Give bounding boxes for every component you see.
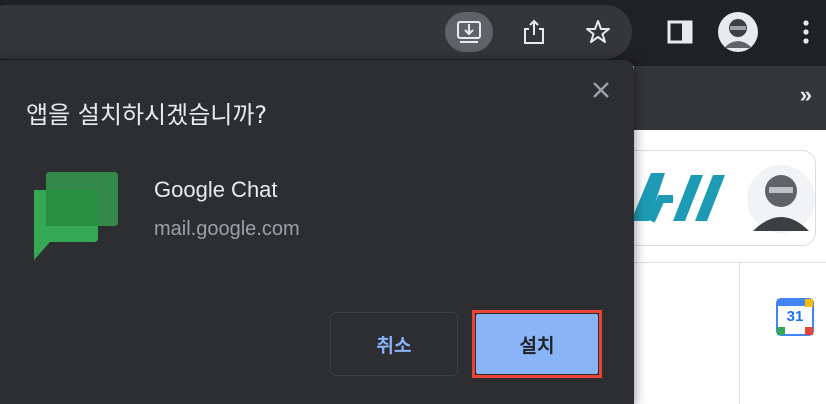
cancel-button[interactable]: 취소	[330, 312, 458, 376]
content-divider-vertical	[739, 262, 740, 404]
more-menu-icon[interactable]	[782, 12, 826, 52]
share-icon[interactable]	[510, 12, 558, 52]
banner-graphic	[631, 165, 815, 233]
install-button[interactable]: 설치	[476, 314, 598, 374]
app-origin: mail.google.com	[154, 218, 300, 240]
bookmarks-bar	[634, 66, 826, 130]
dialog-title: 앱을 설치하시겠습니까?	[26, 101, 268, 129]
close-dialog-button[interactable]	[586, 75, 616, 105]
install-app-icon[interactable]	[445, 12, 493, 52]
app-name: Google Chat	[154, 177, 278, 202]
google-calendar-icon[interactable]: 31	[776, 298, 814, 336]
bookmarks-overflow-button[interactable]: »	[800, 82, 812, 108]
profile-avatar[interactable]	[716, 10, 760, 54]
calendar-date-label: 31	[786, 308, 804, 325]
content-divider	[634, 262, 826, 263]
reading-list-icon[interactable]	[656, 12, 704, 52]
google-chat-app-icon	[30, 170, 120, 262]
bookmark-star-icon[interactable]	[574, 12, 622, 52]
browser-window: » 31 앱을 설치하시겠습니까? Google Chat mail.googl…	[0, 0, 826, 404]
close-icon	[593, 82, 609, 98]
page-banner	[620, 150, 816, 246]
browser-toolbar	[0, 0, 826, 66]
